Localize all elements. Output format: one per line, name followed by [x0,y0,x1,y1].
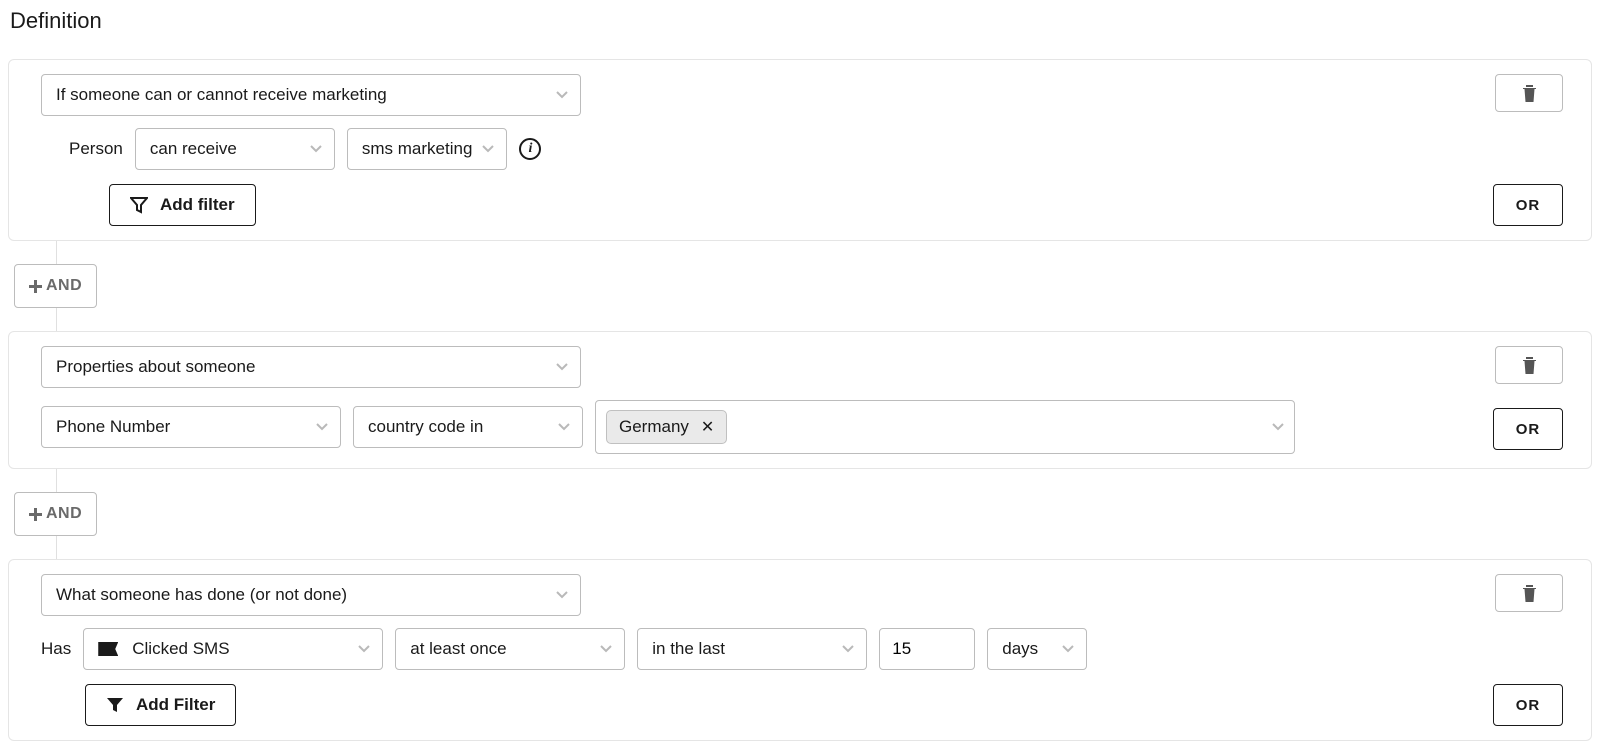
timeframe-value: in the last [652,639,725,659]
or-button[interactable]: OR [1493,684,1563,726]
add-filter-label: Add Filter [136,695,215,715]
trash-icon [1522,357,1537,374]
add-filter-button[interactable]: Add Filter [85,684,236,726]
unit-select[interactable]: days [987,628,1087,670]
person-label: Person [69,139,123,159]
condition-type-value: Properties about someone [56,357,255,377]
unit-value: days [1002,639,1038,659]
operator-value: country code in [368,417,483,437]
chevron-down-icon [556,91,568,99]
add-filter-button[interactable]: Add filter [109,184,256,226]
property-select[interactable]: Phone Number [41,406,341,448]
delete-button[interactable] [1495,74,1563,112]
chevron-down-icon [600,645,612,653]
tag-input[interactable]: Germany ✕ [595,400,1295,454]
condition-type-value: If someone can or cannot receive marketi… [56,85,387,105]
chevron-down-icon [556,363,568,371]
chevron-down-icon [358,645,370,653]
channel-value: sms marketing [362,139,473,159]
trash-icon [1522,585,1537,602]
tag-label: Germany [619,417,689,437]
trash-icon [1522,85,1537,102]
or-button[interactable]: OR [1493,184,1563,226]
condition-type-select[interactable]: Properties about someone [41,346,581,388]
plus-icon [29,280,42,293]
event-select[interactable]: Clicked SMS [83,628,383,670]
verb-value: can receive [150,139,237,159]
chevron-down-icon [556,591,568,599]
condition-type-select[interactable]: If someone can or cannot receive marketi… [41,74,581,116]
chevron-down-icon [310,145,322,153]
funnel-icon [106,696,124,714]
has-label: Has [41,639,71,659]
frequency-value: at least once [410,639,506,659]
operator-select[interactable]: country code in [353,406,583,448]
chevron-down-icon [316,423,328,431]
chevron-down-icon [558,423,570,431]
verb-select[interactable]: can receive [135,128,335,170]
and-button[interactable]: AND [14,492,97,536]
or-button[interactable]: OR [1493,408,1563,450]
chevron-down-icon [842,645,854,653]
chevron-down-icon [1272,423,1284,431]
tag-remove-icon[interactable]: ✕ [701,417,714,437]
connector-1: AND [8,241,1592,331]
chevron-down-icon [482,145,494,153]
plus-icon [29,508,42,521]
value-input[interactable] [879,628,975,670]
delete-button[interactable] [1495,574,1563,612]
tag-chip: Germany ✕ [606,410,727,444]
frequency-select[interactable]: at least once [395,628,625,670]
condition-block-2: Properties about someone Phone Number co… [8,331,1592,469]
and-button[interactable]: AND [14,264,97,308]
condition-type-value: What someone has done (or not done) [56,585,347,605]
connector-2: AND [8,469,1592,559]
timeframe-select[interactable]: in the last [637,628,867,670]
property-value: Phone Number [56,417,170,437]
event-value: Clicked SMS [132,639,229,659]
info-icon[interactable]: i [519,138,541,160]
add-filter-label: Add filter [160,195,235,215]
value-field[interactable] [892,639,962,659]
condition-type-select[interactable]: What someone has done (or not done) [41,574,581,616]
channel-select[interactable]: sms marketing [347,128,508,170]
flag-icon [98,642,118,656]
chevron-down-icon [1062,645,1074,653]
condition-block-3: What someone has done (or not done) Has … [8,559,1592,741]
funnel-outline-icon [130,196,148,214]
condition-block-1: If someone can or cannot receive marketi… [8,59,1592,241]
delete-button[interactable] [1495,346,1563,384]
page-title: Definition [10,8,1592,34]
